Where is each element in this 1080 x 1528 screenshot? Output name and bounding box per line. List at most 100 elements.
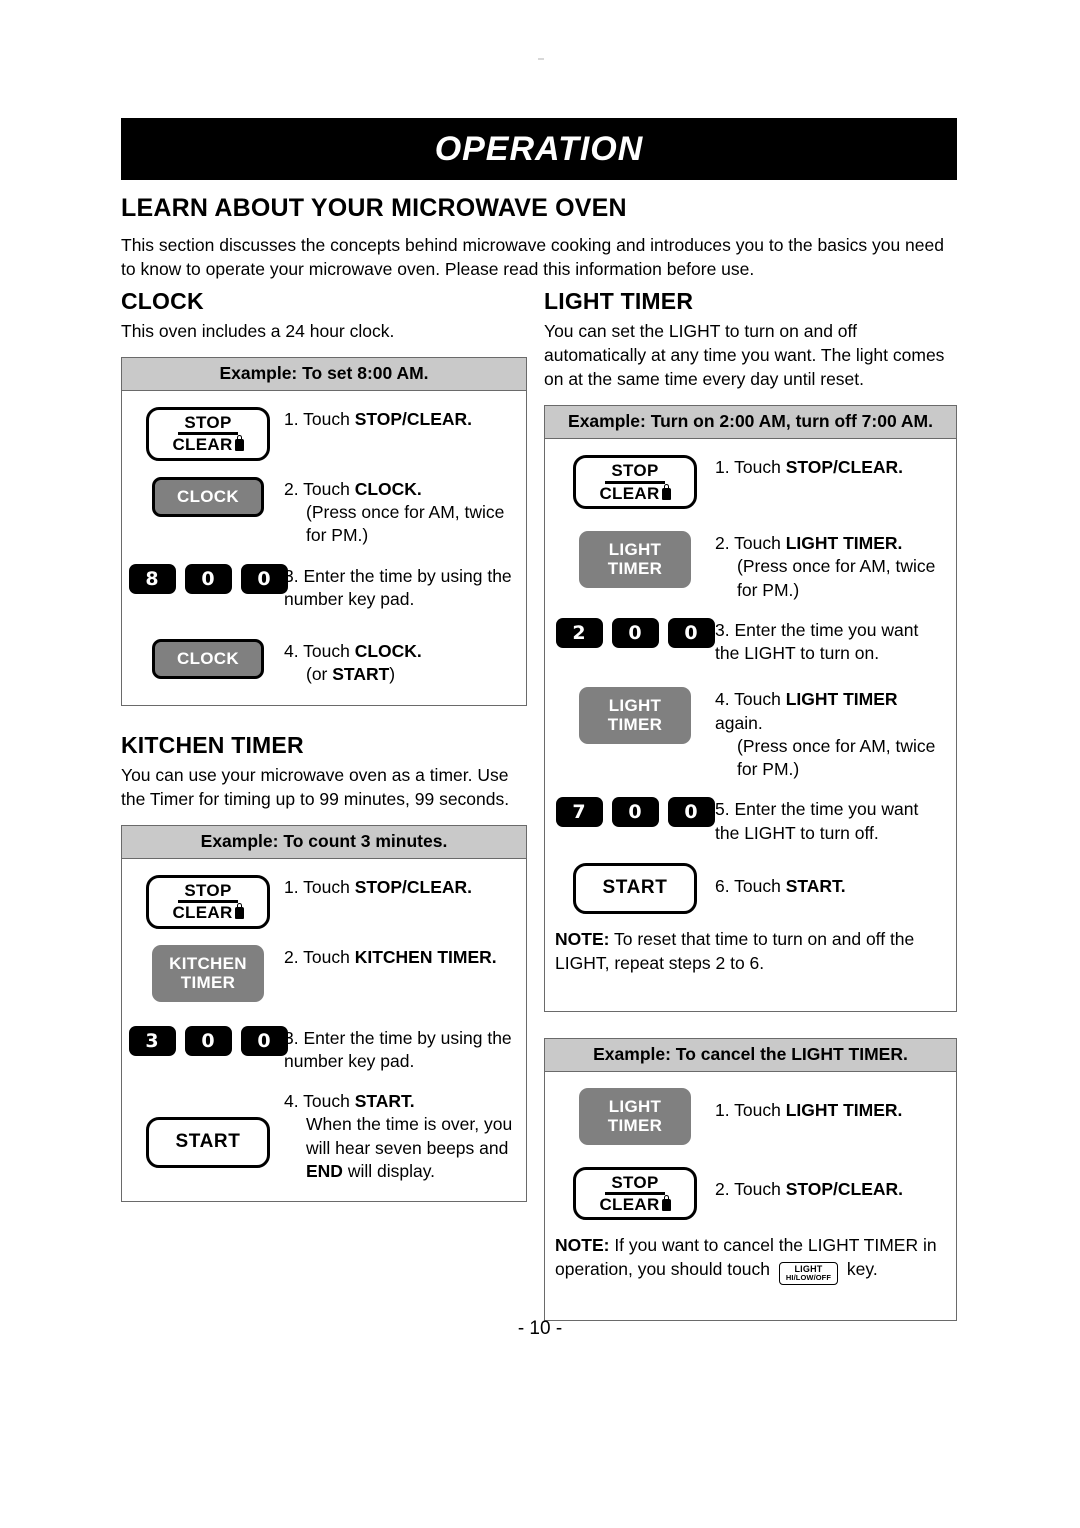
digit-key[interactable]: 0 <box>611 797 659 828</box>
section-title-light-timer: LIGHT TIMER <box>544 288 694 314</box>
clock-step-1-key: STOP CLEAR <box>132 405 284 461</box>
digit-key[interactable]: 7 <box>555 797 603 828</box>
step-text-pre: Enter the time you want the LIGHT to tur… <box>715 619 919 664</box>
digit-key[interactable]: 0 <box>184 1025 232 1056</box>
digit-key[interactable]: 8 <box>128 563 176 594</box>
stop-clear-key[interactable]: STOP CLEAR <box>573 1166 697 1221</box>
digit-key[interactable]: 0 <box>667 617 715 648</box>
step-number: 1. <box>715 457 730 478</box>
step-text-pre: Touch <box>734 457 786 478</box>
step-number: 2. <box>715 1178 730 1199</box>
step-number: 6. <box>715 876 730 896</box>
light-timer-step-1-text: 1. Touch STOP/CLEAR. <box>715 453 946 479</box>
step-subtext-pre: (or <box>306 664 333 685</box>
digit-key[interactable]: 0 <box>240 1025 288 1056</box>
clock-key[interactable]: CLOCK <box>152 639 264 680</box>
digit-key[interactable]: 2 <box>555 617 603 648</box>
kitchen-timer-step-2: KITCHEN TIMER 2. Touch KITCHEN TIMER. <box>132 943 516 1002</box>
digit-key[interactable]: 0 <box>184 563 232 594</box>
light-hi-low-off-key[interactable]: LIGHT HI/LOW/OFF <box>778 1261 839 1285</box>
light-timer-key-line1: LIGHT <box>608 696 662 716</box>
stop-clear-key[interactable]: STOP CLEAR <box>146 407 270 461</box>
clock-key[interactable]: CLOCK <box>152 476 264 517</box>
light-timer-note: NOTE: To reset that time to turn on and … <box>555 928 946 975</box>
left-column: CLOCK This oven includes a 24 hour clock… <box>121 288 527 1228</box>
section-title-kitchen-timer: KITCHEN TIMER <box>121 731 304 758</box>
step-text-pre: Touch <box>303 641 355 662</box>
digit-key[interactable]: 0 <box>667 797 715 828</box>
kitchen-timer-step-4-text: 4. Touch START. When the time is over, y… <box>284 1087 516 1183</box>
manual-page: OPERATION LEARN ABOUT YOUR MICROWAVE OVE… <box>0 0 1080 1528</box>
light-timer-step-5-key: 7 0 0 <box>555 795 715 828</box>
digit-key[interactable]: 3 <box>128 1025 176 1056</box>
cancel-step-1-key: LIGHT TIMER <box>555 1086 715 1145</box>
step-number: 1. <box>284 876 299 897</box>
note-label: NOTE: <box>555 929 610 949</box>
step-text-bold: START. <box>354 1091 415 1112</box>
clock-step-4-key: CLOCK <box>132 637 284 680</box>
scan-artifact <box>538 58 544 60</box>
clock-step-1-text: 1. Touch STOP/CLEAR. <box>284 405 516 431</box>
clock-example-body: STOP CLEAR 1. Touch STOP/CLEAR. CLOCK 2. <box>122 391 526 705</box>
light-timer-step-4-text: 4. Touch LIGHT TIMER again. (Press once … <box>715 685 946 781</box>
digit-key[interactable]: 0 <box>611 617 659 648</box>
light-timer-step-5: 7 0 0 5. Enter the time you want the LIG… <box>555 795 946 845</box>
step-text-pre: Enter the time by using the number key p… <box>284 565 512 609</box>
stop-label: STOP <box>178 881 238 904</box>
light-timer-step-2-key: LIGHT TIMER <box>555 529 715 589</box>
step-text-pre: Touch <box>734 876 786 896</box>
step-text-bold: LIGHT TIMER. <box>785 1099 903 1120</box>
digit-key[interactable]: 0 <box>240 563 288 594</box>
step-subtext-post: will display. <box>342 1160 436 1181</box>
light-timer-step-5-text: 5. Enter the time you want the LIGHT to … <box>715 795 946 845</box>
step-text-bold: LIGHT TIMER. <box>785 533 903 554</box>
step-text-bold: CLOCK. <box>354 478 422 499</box>
light-timer-key[interactable]: LIGHT TIMER <box>579 531 691 589</box>
kitchen-timer-step-4-key: START <box>132 1087 284 1169</box>
step-number: 3. <box>284 565 299 586</box>
kitchen-timer-step-3-key: 3 0 0 <box>128 1024 288 1056</box>
kitchen-timer-step-2-key: KITCHEN TIMER <box>132 943 284 1002</box>
number-pad-keys: 8 0 0 <box>128 563 288 594</box>
step-text-pre: Touch <box>734 689 786 710</box>
kitchen-timer-key[interactable]: KITCHEN TIMER <box>152 944 264 1002</box>
light-timer-cancel-box: Example: To cancel the LIGHT TIMER. LIGH… <box>544 1037 957 1322</box>
stop-label: STOP <box>605 1173 665 1196</box>
light-timer-key[interactable]: LIGHT TIMER <box>579 687 691 745</box>
kitchen-timer-step-4: START 4. Touch START. When the time is o… <box>132 1087 516 1183</box>
step-text-bold: LIGHT TIMER <box>785 689 898 710</box>
light-timer-step-1: STOP CLEAR 1. Touch STOP/CLEAR. <box>555 453 946 510</box>
step-number: 3. <box>715 619 730 640</box>
step-text-bold: START. <box>785 876 846 896</box>
start-key[interactable]: START <box>573 863 697 914</box>
light-timer-step-1-key: STOP CLEAR <box>555 453 715 510</box>
step-text-pre: Touch <box>303 409 355 430</box>
intro-paragraph: This section discusses the concepts behi… <box>121 235 944 280</box>
kitchen-timer-key-line1: KITCHEN <box>169 953 247 973</box>
clear-label: CLEAR <box>599 1195 660 1215</box>
kitchen-timer-key-line2: TIMER <box>180 972 236 992</box>
clock-example-box: Example: To set 8:00 AM. STOP CLEAR 1. T… <box>121 357 527 706</box>
step-subtext-bold: START <box>332 664 390 685</box>
step-text-bold: STOP/CLEAR. <box>354 876 473 897</box>
note-label: NOTE: <box>555 1235 610 1256</box>
right-column: LIGHT TIMER You can set the LIGHT to tur… <box>544 288 957 1347</box>
light-timer-step-3-key: 2 0 0 <box>555 616 715 648</box>
light-timer-cancel-title: Example: To cancel the LIGHT TIMER. <box>545 1038 956 1072</box>
light-timer-step-4: LIGHT TIMER 4. Touch LIGHT TIMER again. … <box>555 685 946 781</box>
cancel-step-1-text: 1. Touch LIGHT TIMER. <box>715 1086 946 1122</box>
light-timer-key[interactable]: LIGHT TIMER <box>579 1087 691 1145</box>
step-number: 4. <box>284 1091 299 1112</box>
stop-clear-key[interactable]: STOP CLEAR <box>146 874 270 929</box>
clock-step-1: STOP CLEAR 1. Touch STOP/CLEAR. <box>132 405 516 461</box>
step-subtext-post: ) <box>389 664 396 685</box>
cancel-step-1: LIGHT TIMER 1. Touch LIGHT TIMER. <box>555 1086 946 1145</box>
light-timer-key-line1: LIGHT <box>608 540 662 560</box>
start-key[interactable]: START <box>146 1117 270 1169</box>
kitchen-timer-example-body: STOP CLEAR 1. Touch STOP/CLEAR. KITCHEN … <box>122 859 526 1201</box>
light-key-line2: HI/LOW/OFF <box>785 1273 832 1283</box>
clock-step-4-text: 4. Touch CLOCK. (or START) <box>284 637 516 687</box>
section-title-clock: CLOCK <box>121 288 204 314</box>
stop-clear-key[interactable]: STOP CLEAR <box>573 455 697 510</box>
step-subtext-pre: When the time is over, you will hear sev… <box>306 1114 513 1158</box>
